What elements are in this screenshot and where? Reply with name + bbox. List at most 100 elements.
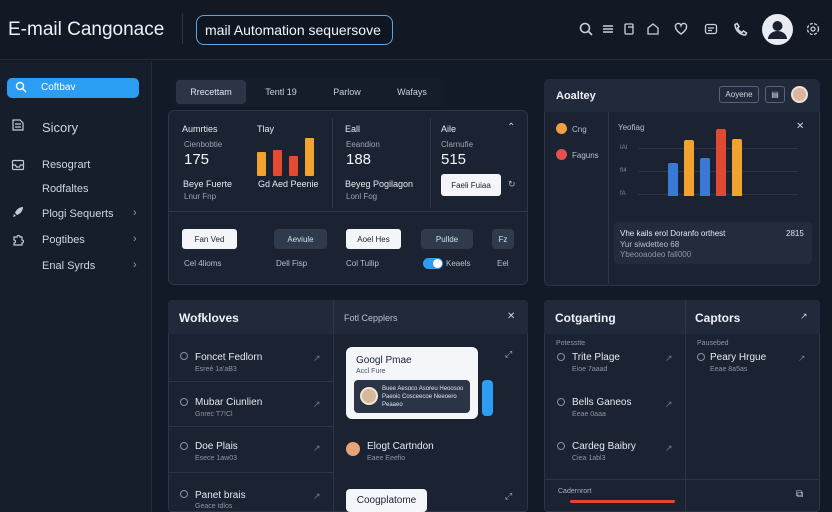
sidebar-item-resogrart[interactable]: Resogrart: [42, 159, 90, 171]
toggle-switch[interactable]: [423, 258, 443, 269]
sidebar-item-sicory[interactable]: Sicory: [42, 120, 78, 135]
sidebar-item-enal-syrds[interactable]: Enal Syrds: [42, 260, 95, 272]
radio-button[interactable]: [180, 398, 188, 406]
category-title[interactable]: Trite Plage: [572, 352, 620, 363]
action-button[interactable]: Pullde: [421, 229, 473, 249]
arrow-icon[interactable]: ↗: [665, 353, 673, 364]
workflow-title[interactable]: Mubar Ciunlien: [195, 397, 262, 408]
action-button[interactable]: Aeviule: [274, 229, 327, 249]
close-icon[interactable]: ✕: [507, 311, 515, 322]
category-sub: Eioe 7aaad: [572, 366, 608, 373]
arrow-icon[interactable]: ↗: [313, 399, 321, 410]
card-label: Beye Fuerte: [183, 179, 233, 189]
pin-icon[interactable]: ↗: [800, 311, 808, 322]
settings-icon[interactable]: [805, 21, 821, 37]
message-icon[interactable]: [703, 21, 719, 37]
column-divider: [685, 300, 686, 512]
tab-tentl-19[interactable]: Tentl 19: [250, 80, 312, 104]
contact-title[interactable]: Elogt Cartndon: [367, 441, 434, 452]
card-title: Tlay: [257, 124, 275, 134]
arrow-icon[interactable]: ↗: [313, 491, 321, 502]
legend-swatch: [556, 149, 567, 160]
list-icon[interactable]: [600, 21, 616, 37]
chevron-up-icon[interactable]: ⌃: [507, 122, 515, 133]
legend-swatch: [556, 123, 567, 134]
chevron-right-icon[interactable]: ›: [133, 207, 137, 219]
scroll-indicator[interactable]: [482, 380, 493, 416]
tag-icon[interactable]: [645, 21, 661, 37]
captors-label: Pausebed: [697, 340, 729, 347]
tab-rrecettam[interactable]: Rrecettam: [176, 80, 246, 104]
categorizing-footer: Cadernrort: [558, 488, 592, 495]
radio-button[interactable]: [557, 442, 565, 450]
tab-wafays[interactable]: Wafays: [382, 80, 442, 104]
search-input[interactable]: mail Automation sequersove: [196, 15, 393, 45]
arrow-icon[interactable]: ↗: [665, 443, 673, 454]
card-divider: [430, 118, 431, 208]
action-button[interactable]: Fan Ved: [182, 229, 237, 249]
category-title[interactable]: Bells Ganeos: [572, 397, 631, 408]
action-note: Dell Fisp: [276, 259, 308, 268]
y-tick: fA: [620, 191, 626, 197]
expand-icon[interactable]: ⤢: [505, 491, 512, 502]
categorizing-title: Cotgarting: [555, 311, 616, 325]
close-icon[interactable]: ✕: [796, 121, 804, 132]
workflow-title[interactable]: Doe Plais: [195, 441, 238, 452]
action-button[interactable]: Aoel Hes: [346, 229, 401, 249]
radio-button[interactable]: [557, 353, 565, 361]
radio-button[interactable]: [180, 352, 188, 360]
copy-icon[interactable]: [622, 21, 638, 37]
phone-icon[interactable]: [733, 21, 749, 37]
heart-icon[interactable]: [673, 21, 689, 37]
calendar-icon[interactable]: ▤: [765, 86, 785, 103]
user-avatar[interactable]: [762, 14, 793, 45]
card-title: Aile: [441, 124, 457, 134]
app-title: E-mail Cangonace: [8, 19, 165, 40]
popup-title: Googl Pmae: [356, 355, 412, 366]
card-note: Lonl Fog: [346, 192, 378, 201]
bottom-button[interactable]: Coogplatome: [346, 489, 427, 512]
arrow-icon[interactable]: ↗: [665, 399, 673, 410]
header-divider: [182, 14, 183, 44]
sidebar-item-pogtibes[interactable]: Pogtibes: [42, 234, 85, 246]
card-divider: [169, 211, 527, 212]
summary-text: Vhe kails erol Doranfo orthest: [620, 229, 726, 238]
arrow-icon[interactable]: ↗: [313, 443, 321, 454]
chevron-right-icon[interactable]: ›: [133, 259, 137, 271]
analytics-divider: [608, 112, 609, 284]
card-sub: Cienbobtie: [184, 140, 223, 149]
chevron-right-icon[interactable]: ›: [133, 233, 137, 245]
arrow-icon[interactable]: ↗: [313, 353, 321, 364]
summary-value: 2815: [786, 229, 804, 238]
radio-button[interactable]: [180, 490, 188, 498]
action-note: Col Tullip: [346, 259, 379, 268]
analytics-dropdown[interactable]: Aoyene: [719, 86, 759, 103]
radio-button[interactable]: [697, 353, 705, 361]
sidebar-item-rodfaltes[interactable]: Rodfaltes: [42, 183, 88, 195]
radio-button[interactable]: [557, 398, 565, 406]
captor-title[interactable]: Peary Hrgue: [710, 352, 766, 363]
refresh-icon[interactable]: ↻: [508, 179, 516, 190]
share-icon[interactable]: ⧉: [796, 489, 803, 500]
chart-bar: [700, 158, 710, 196]
card-value: 515: [441, 151, 467, 168]
search-icon: [15, 81, 27, 93]
new-button[interactable]: Faeli Fuiaa: [441, 174, 501, 196]
sidebar-item-plogi-sequerts[interactable]: Plogi Sequerts: [42, 208, 114, 220]
analytics-title: Aoaltey: [556, 90, 596, 102]
expand-icon[interactable]: ⤢: [505, 349, 512, 360]
chart-bar: [716, 129, 726, 196]
workflow-sub: Gnrec T7!Cl: [195, 411, 233, 418]
category-title[interactable]: Cardeg Baibry: [572, 441, 636, 452]
action-button[interactable]: Fz: [492, 229, 514, 249]
sidebar-item-coftbav[interactable]: Coftbav: [7, 78, 139, 98]
arrow-icon[interactable]: ↗: [798, 353, 806, 364]
user-avatar[interactable]: [791, 86, 808, 103]
search-icon[interactable]: [578, 21, 594, 37]
workflow-title[interactable]: Panet brais: [195, 490, 246, 501]
workflow-sub: Esece 1aw03: [195, 455, 238, 462]
radio-button[interactable]: [180, 442, 188, 450]
popup-sub: Accl Fure: [356, 368, 386, 375]
workflow-title[interactable]: Foncet Fedlorn: [195, 352, 262, 363]
tab-parlow[interactable]: Parlow: [316, 80, 378, 104]
